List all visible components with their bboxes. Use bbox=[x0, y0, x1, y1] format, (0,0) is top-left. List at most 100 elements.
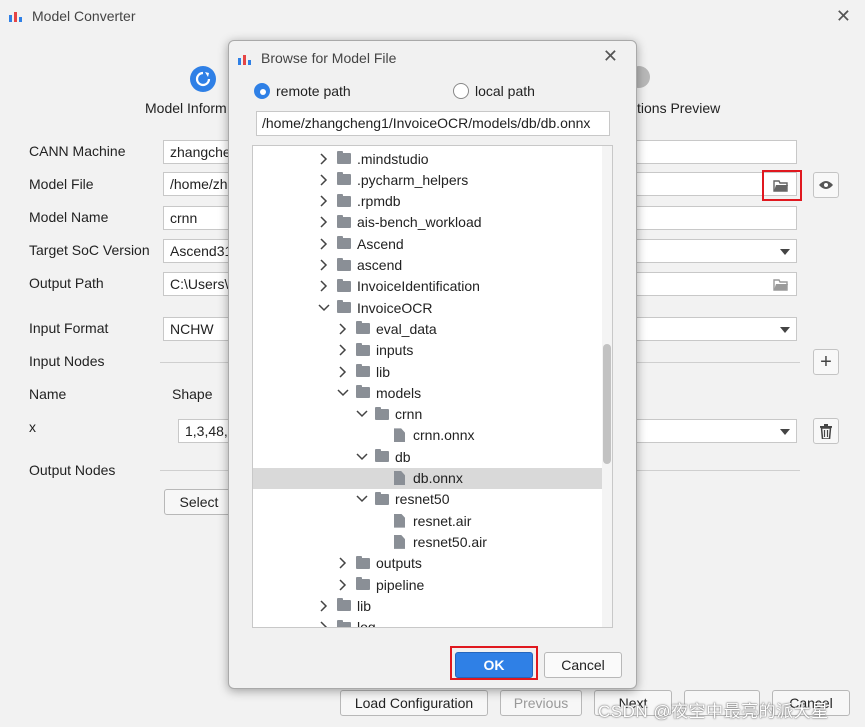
tree-folder-item[interactable]: inputs bbox=[253, 340, 603, 361]
tree-item-label: InvoiceOCR bbox=[357, 299, 433, 316]
folder-icon bbox=[375, 406, 389, 420]
input-node-name: x bbox=[29, 419, 36, 435]
tree-file-item[interactable]: crnn.onnx bbox=[253, 425, 603, 446]
dialog-close-icon[interactable]: ✕ bbox=[603, 46, 618, 67]
file-tree[interactable]: log lib pipeline outputs resnet50.air resnet.… bbox=[252, 145, 613, 628]
folder-icon bbox=[375, 449, 389, 463]
tree-item-label: lib bbox=[357, 597, 372, 614]
chevron-down-icon[interactable] bbox=[336, 386, 350, 400]
tree-item-label: eval_data bbox=[376, 320, 437, 337]
tree-item-label: resnet50.air bbox=[413, 533, 487, 550]
tree-folder-item[interactable]: crnn bbox=[253, 404, 603, 425]
folder-icon bbox=[356, 364, 370, 377]
tree-folder-item[interactable]: InvoiceOCR bbox=[253, 297, 603, 318]
tree-folder-item[interactable]: lib bbox=[253, 595, 603, 616]
cann-machine-label: CANN Machine bbox=[29, 143, 126, 159]
preview-eye-button[interactable] bbox=[813, 172, 839, 198]
step-refresh-icon bbox=[190, 66, 216, 92]
chevron-right-icon[interactable] bbox=[317, 237, 331, 251]
dialog-title: Browse for Model File bbox=[261, 50, 397, 66]
name-column-header: Name bbox=[29, 386, 67, 402]
tree-folder-item[interactable]: ascend bbox=[253, 255, 603, 276]
chevron-right-icon[interactable] bbox=[336, 365, 350, 379]
dialog-logo-icon bbox=[238, 55, 251, 65]
folder-icon bbox=[337, 300, 351, 314]
folder-icon bbox=[337, 172, 351, 186]
tree-folder-item[interactable]: .rpmdb bbox=[253, 191, 603, 212]
chevron-right-icon[interactable] bbox=[317, 258, 331, 272]
tree-folder-item[interactable]: log bbox=[253, 617, 603, 628]
soc-chevron-down-icon bbox=[780, 249, 790, 255]
path-input[interactable]: /home/zhangcheng1/InvoiceOCR/models/db/d… bbox=[256, 111, 610, 136]
chevron-right-icon[interactable] bbox=[317, 173, 331, 187]
step-model-information: Model Inform bbox=[145, 100, 227, 116]
remote-radio-indicator bbox=[254, 83, 270, 99]
chevron-right-icon[interactable] bbox=[317, 215, 331, 229]
app-title: Model Converter bbox=[32, 8, 136, 24]
tree-item-label: pipeline bbox=[376, 576, 425, 593]
tree-folder-item[interactable]: .mindstudio bbox=[253, 148, 603, 169]
tree-folder-item[interactable]: Ascend bbox=[253, 233, 603, 254]
tree-folder-item[interactable]: outputs bbox=[253, 553, 603, 574]
tree-folder-item[interactable]: resnet50 bbox=[253, 489, 603, 510]
folder-icon bbox=[356, 577, 370, 590]
tree-item-label: lib bbox=[376, 363, 391, 380]
tree-file-item[interactable]: db.onnx bbox=[253, 467, 603, 489]
folder-icon bbox=[356, 321, 370, 335]
model-file-label: Model File bbox=[29, 176, 94, 192]
tree-item-label: outputs bbox=[376, 555, 422, 572]
chevron-down-icon[interactable] bbox=[355, 492, 369, 506]
main-close-icon[interactable]: ✕ bbox=[836, 6, 851, 27]
output-nodes-label: Output Nodes bbox=[29, 462, 116, 478]
chevron-right-icon[interactable] bbox=[317, 152, 331, 166]
tree-item-label: models bbox=[376, 384, 422, 401]
folder-icon bbox=[337, 257, 351, 271]
tree-folder-item[interactable]: db bbox=[253, 446, 603, 467]
tree-file-item[interactable]: resnet50.air bbox=[253, 531, 603, 552]
tree-item-label: Ascend bbox=[357, 235, 404, 252]
model-file-highlight bbox=[762, 170, 802, 201]
tree-item-label: crnn bbox=[395, 406, 423, 423]
previous-button[interactable]: Previous bbox=[500, 690, 582, 716]
folder-icon bbox=[337, 278, 351, 292]
tree-folder-item[interactable]: lib bbox=[253, 361, 603, 382]
add-input-node-button[interactable]: + bbox=[813, 349, 839, 375]
tree-folder-item[interactable]: InvoiceIdentification bbox=[253, 276, 603, 297]
tree-file-item[interactable]: resnet.air bbox=[253, 510, 603, 531]
select-button[interactable]: Select bbox=[164, 489, 234, 515]
chevron-right-icon[interactable] bbox=[317, 194, 331, 208]
format-chevron-down-icon bbox=[780, 327, 790, 333]
local-path-radio[interactable]: local path bbox=[453, 83, 535, 99]
chevron-down-icon[interactable] bbox=[355, 407, 369, 421]
ok-button[interactable]: OK bbox=[455, 652, 533, 678]
tree-folder-item[interactable]: pipeline bbox=[253, 574, 603, 595]
tree-folder-item[interactable]: ais-bench_workload bbox=[253, 212, 603, 233]
tree-folder-item[interactable]: models bbox=[253, 382, 603, 403]
tree-scroll-thumb[interactable] bbox=[603, 344, 611, 464]
folder-icon bbox=[356, 342, 370, 356]
shape-chevron-down-icon bbox=[780, 429, 790, 435]
delete-node-button[interactable] bbox=[813, 418, 839, 444]
dialog-cancel-button[interactable]: Cancel bbox=[544, 652, 622, 678]
tree-item-label: .mindstudio bbox=[357, 150, 429, 167]
step-preview: tions Preview bbox=[637, 100, 721, 116]
chevron-down-icon[interactable] bbox=[355, 450, 369, 464]
remote-path-radio[interactable]: remote path bbox=[254, 83, 351, 99]
folder-icon bbox=[375, 491, 389, 505]
chevron-right-icon[interactable] bbox=[336, 556, 350, 570]
folder-icon bbox=[337, 193, 351, 207]
chevron-down-icon[interactable] bbox=[317, 301, 331, 315]
tree-item-label: resnet50 bbox=[395, 491, 450, 508]
tree-folder-item[interactable]: eval_data bbox=[253, 318, 603, 339]
chevron-right-icon[interactable] bbox=[317, 599, 331, 613]
load-configuration-button[interactable]: Load Configuration bbox=[340, 690, 488, 716]
chevron-right-icon[interactable] bbox=[317, 279, 331, 293]
chevron-right-icon[interactable] bbox=[317, 620, 331, 627]
output-folder-icon[interactable] bbox=[773, 278, 789, 291]
tree-folder-item[interactable]: .pycharm_helpers bbox=[253, 169, 603, 190]
chevron-right-icon[interactable] bbox=[336, 578, 350, 592]
chevron-right-icon[interactable] bbox=[336, 322, 350, 336]
tree-item-label: log bbox=[357, 619, 376, 628]
chevron-right-icon[interactable] bbox=[336, 343, 350, 357]
tree-item-label: InvoiceIdentification bbox=[357, 278, 480, 295]
